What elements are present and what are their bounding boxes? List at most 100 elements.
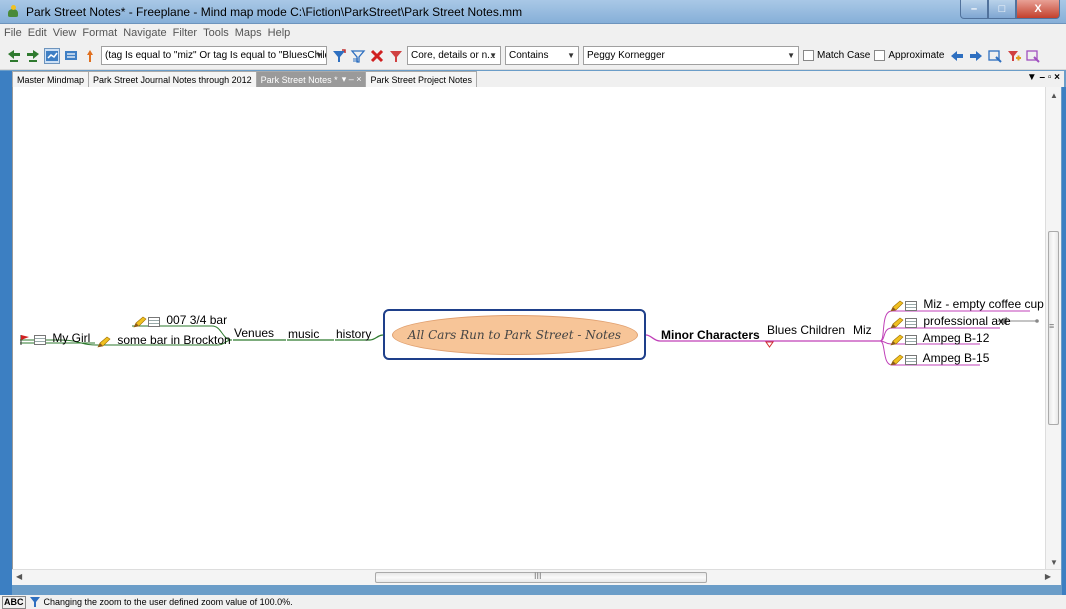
pencil-icon (890, 334, 904, 346)
node-miz[interactable]: Miz (853, 323, 872, 337)
add-condition-icon[interactable] (1006, 48, 1022, 64)
condition-combo[interactable]: Contains ▼ (505, 46, 579, 65)
approximate-checkbox[interactable] (874, 50, 886, 61)
node-label: Blues Children (767, 323, 846, 337)
pencil-icon (890, 300, 904, 312)
scroll-grip-icon: III (534, 571, 542, 581)
search-scope-text: Core, details or n... (411, 50, 496, 61)
tab-label: Master Mindmap (17, 74, 85, 85)
no-filter-icon[interactable] (369, 48, 385, 64)
approximate-label: Approximate (888, 50, 945, 61)
node-ampeg-b12[interactable]: Ampeg B-12 (890, 331, 989, 346)
scroll-grip-icon: ≡ (1049, 321, 1055, 331)
node-label: some bar in Brockton (117, 333, 231, 347)
node-minor-characters[interactable]: Minor Characters (661, 328, 760, 342)
tab-journal-notes[interactable]: Park Street Journal Notes through 2012 (88, 71, 257, 87)
tab-panel-controls[interactable]: ▼ – ▫ × (1027, 72, 1060, 83)
node-label: 007 3/4 bar (166, 313, 228, 327)
match-case-checkbox[interactable] (803, 50, 814, 61)
tab-label: Park Street Notes * (260, 74, 338, 85)
find-next-icon[interactable] (968, 48, 984, 64)
node-bar-brockton[interactable]: some bar in Brockton (97, 333, 231, 348)
match-case-option[interactable]: Match Case (803, 50, 870, 61)
horizontal-scrollbar[interactable]: ◀ III ▶ (12, 569, 1061, 585)
edit-filter-icon[interactable] (388, 48, 404, 64)
menu-tools[interactable]: Tools (203, 27, 229, 39)
menu-view[interactable]: View (53, 27, 77, 39)
note-icon (34, 334, 46, 345)
note-icon (905, 334, 917, 345)
tab-master-mindmap[interactable]: Master Mindmap (12, 71, 90, 87)
menu-filter[interactable]: Filter (173, 27, 197, 39)
spellcheck-icon[interactable]: ABC (2, 595, 26, 609)
filter-status-icon (29, 596, 41, 608)
close-button[interactable]: X (1016, 0, 1060, 19)
maximize-button[interactable]: □ (988, 0, 1016, 19)
vertical-scrollbar[interactable]: ▲ ≡ ▼ (1045, 87, 1061, 569)
menu-navigate[interactable]: Navigate (123, 27, 166, 39)
node-bar-007[interactable]: 007 3/4 bar (133, 313, 227, 328)
apply-search-filter-icon[interactable] (987, 48, 1003, 64)
pencil-icon (97, 336, 111, 348)
quick-filter-icon[interactable] (331, 48, 347, 64)
menu-edit[interactable]: Edit (28, 27, 47, 39)
node-blues-children[interactable]: Blues Children (767, 323, 845, 337)
status-message: Changing the zoom to the user defined zo… (43, 597, 293, 607)
left-frame-border (0, 71, 12, 595)
filter-ancestors-icon[interactable] (63, 48, 79, 64)
tab-project-notes[interactable]: Park Street Project Notes (365, 71, 478, 87)
node-icons (890, 315, 917, 329)
node-label: Venues (234, 326, 275, 340)
menu-help[interactable]: Help (268, 27, 291, 39)
tab-park-street-notes[interactable]: Park Street Notes * ▾ – × (255, 71, 367, 87)
scroll-right-icon[interactable]: ▶ (1045, 572, 1051, 581)
chevron-down-icon: ▼ (315, 51, 323, 60)
node-label: music (288, 327, 320, 341)
menu-bar: File Edit View Format Navigate Filter To… (0, 24, 1066, 42)
node-label: Ampeg B-12 (922, 331, 990, 345)
node-ampeg-b15[interactable]: Ampeg B-15 (890, 351, 989, 366)
scroll-down-icon[interactable]: ▼ (1050, 558, 1058, 567)
node-icons (133, 314, 160, 328)
title-bar: Park Street Notes* - Freeplane - Mind ma… (0, 0, 1066, 24)
approximate-option[interactable]: Approximate (874, 50, 945, 61)
redo-filter-icon[interactable] (25, 48, 41, 64)
search-value-text: Peggy Kornegger (587, 50, 665, 61)
node-icons (97, 334, 111, 348)
tab-options-icon[interactable]: ▾ – × (342, 74, 362, 85)
search-value-combo[interactable]: Peggy Kornegger ▼ (583, 46, 799, 65)
node-label: history (336, 327, 372, 341)
scroll-left-icon[interactable]: ◀ (16, 572, 22, 581)
reset-search-icon[interactable] (1025, 48, 1041, 64)
node-professional-axe[interactable]: professional axe (890, 314, 1011, 329)
node-label: Minor Characters (661, 328, 760, 342)
menu-format[interactable]: Format (82, 27, 117, 39)
root-node[interactable]: All Cars Run to Park Street - Notes (383, 309, 646, 360)
menu-file[interactable]: File (4, 27, 22, 39)
apply-filter-icon[interactable] (44, 47, 60, 64)
find-previous-icon[interactable] (949, 48, 965, 64)
node-label: professional axe (923, 314, 1011, 328)
node-icons (890, 298, 917, 312)
minimize-button[interactable]: – (960, 0, 988, 19)
match-case-label: Match Case (817, 50, 871, 61)
scroll-up-icon[interactable]: ▲ (1050, 91, 1058, 100)
note-icon (905, 354, 917, 365)
node-music[interactable]: music (288, 327, 319, 341)
menu-maps[interactable]: Maps (235, 27, 262, 39)
node-history[interactable]: history (336, 327, 371, 341)
tab-label: Park Street Journal Notes through 2012 (93, 74, 252, 85)
node-venues[interactable]: Venues (234, 326, 274, 340)
chevron-down-icon: ▼ (489, 51, 497, 60)
node-label: Miz (853, 323, 872, 337)
node-miz-coffee-cup[interactable]: Miz - empty coffee cup (890, 297, 1044, 312)
select-filtered-icon[interactable] (82, 48, 98, 64)
chevron-down-icon: ▼ (787, 51, 795, 60)
filter-expression-combo[interactable]: (tag Is equal to "miz" Or tag Is equal t… (101, 46, 327, 65)
search-scope-combo[interactable]: Core, details or n... ▼ (407, 46, 501, 65)
flag-icon (20, 334, 29, 345)
pencil-icon (133, 316, 147, 328)
node-my-girl[interactable]: My Girl (19, 331, 90, 346)
filter-list-icon[interactable] (350, 48, 366, 64)
undo-filter-icon[interactable] (6, 48, 22, 64)
